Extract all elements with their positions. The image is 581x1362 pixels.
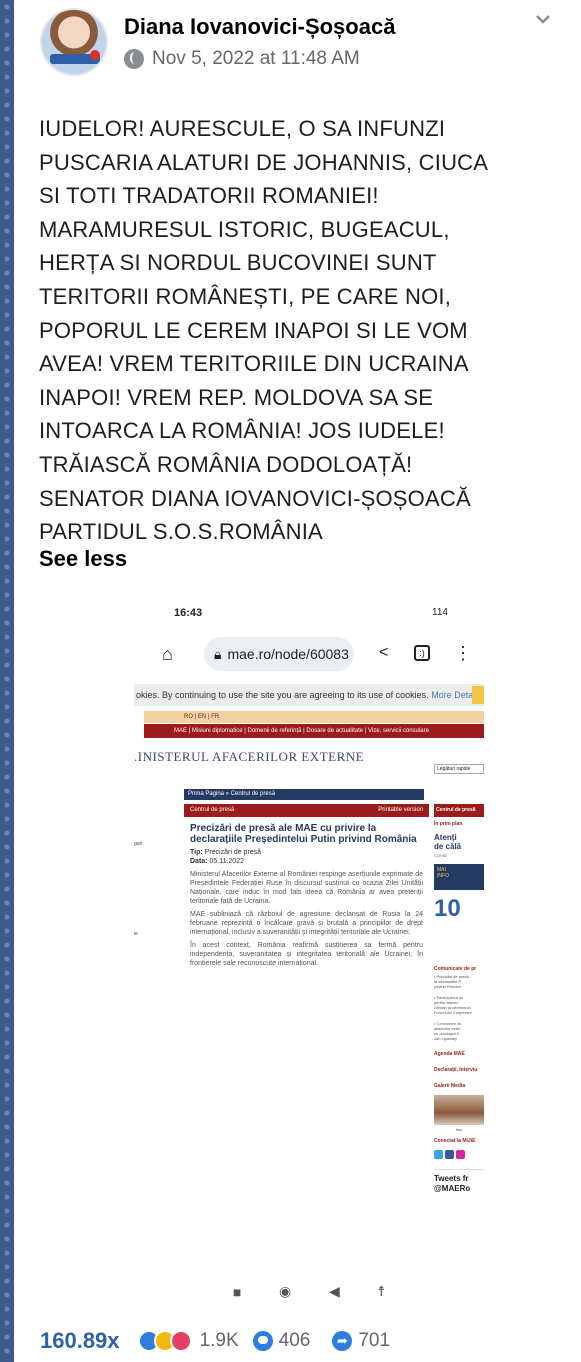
share-arrow-icon: ➦	[332, 1331, 353, 1351]
url-text: mae.ro/node/60083	[227, 646, 349, 662]
body-line: AVEA! VREM TERITORIILE DIN UCRAINA	[39, 351, 469, 377]
post-meta: Nov 5, 2022 at 11:48 AM	[124, 48, 360, 70]
author-name[interactable]: Diana Iovanovici-Șoșoacă	[124, 14, 395, 40]
share-icon: <	[379, 644, 389, 661]
article-title: Precizări de presă ale MAE cu privire la…	[190, 823, 417, 845]
body-line: SENATOR DIANA IOVANOVICI-ȘOȘOACĂ	[39, 485, 471, 511]
phone-nav-bar: ■ ◉ ◀ ☨	[134, 1273, 484, 1310]
post-card: Diana Iovanovici-Șoșoacă Nov 5, 2022 at …	[14, 0, 581, 1362]
body-line: POPORUL LE CEREM INAPOI SI LE VOM	[39, 317, 468, 343]
chevron-down-icon[interactable]	[534, 10, 552, 28]
body-line: TERITORII ROMÂNEȘTI, PE CARE NOI,	[39, 283, 452, 309]
body-line: INTOARCA LA ROMÂNIA! JOS IUDELE!	[39, 418, 445, 444]
tabs-icon: :)	[414, 645, 430, 661]
instagram-icon	[456, 1150, 465, 1159]
phone-status-time: 16:43	[174, 607, 203, 619]
see-less-link[interactable]: See less	[39, 546, 127, 572]
body-line: TRĂIASCĂ ROMÂNIA DODOLOAȚĂ!	[39, 451, 413, 477]
accessibility-icon: ☨	[377, 1283, 386, 1299]
reactions[interactable]: 1.9K	[137, 1330, 239, 1352]
home-icon: ⌂	[162, 644, 173, 664]
comments-count: 406	[278, 1330, 311, 1351]
social-icons	[434, 1150, 484, 1159]
phone-status-battery: 114	[432, 607, 448, 618]
article-paragraph: MAE subliniază că războiul de agresiune …	[190, 911, 423, 936]
more-icon: ⋮	[454, 643, 472, 663]
body-line: INAPOI! VREM REP. MOLDOVA SA SE	[39, 384, 434, 410]
public-globe-icon	[124, 49, 144, 69]
body-line: HERȚA SI NORDUL BUCOVINEI SUNT	[39, 250, 437, 276]
body-line: PUSCARIA ALATURI DE JOHANNIS, CIUCA	[39, 149, 489, 175]
post-timestamp[interactable]: Nov 5, 2022 at 11:48 AM	[152, 48, 360, 70]
post-stats-bar: 160.89x 1.9K 406 ➦ 701	[40, 1324, 580, 1358]
breadcrumb: Prima Pagina » Centrul de presă	[184, 789, 424, 800]
attached-screenshot[interactable]: 16:43 114 ⌂ 🔒︎ mae.ro/node/60083 < :) ⋮ …	[134, 597, 484, 1310]
shares-stat[interactable]: ➦ 701	[332, 1330, 390, 1352]
cookie-banner: okies. By continuing to use the site you…	[134, 684, 484, 706]
recent-apps-icon: ■	[232, 1283, 242, 1300]
left-border	[0, 0, 14, 1362]
article-paragraph: În acest context, România reafirmă susți…	[190, 942, 423, 967]
post-body: IUDELOR! AURESCULE, O SA INFUNZI PUSCARI…	[39, 112, 569, 549]
section-bar: Centrul de presă Printable version	[184, 804, 429, 817]
body-line: MARAMURESUL ISTORIC, BUGEACUL,	[39, 216, 450, 242]
gallery-photo	[434, 1095, 484, 1125]
back-icon: ◀	[328, 1283, 340, 1299]
side-column: Centrul de presă În prim plan Atenți de c…	[434, 804, 484, 1274]
author-avatar[interactable]	[40, 8, 108, 76]
body-line: PARTIDUL S.O.S.ROMÂNIA	[39, 519, 323, 545]
shares-count: 701	[358, 1330, 391, 1351]
comments-stat[interactable]: 406	[252, 1330, 311, 1352]
facebook-icon	[445, 1150, 454, 1159]
lock-icon: 🔒︎	[214, 645, 222, 662]
left-column: gun ie	[134, 841, 143, 937]
love-reaction-icon	[169, 1330, 192, 1352]
reactions-count: 1.9K	[199, 1330, 239, 1351]
views-count: 160.89x	[40, 1328, 120, 1353]
body-line: SI TOTI TRADATORII ROMANIEI!	[39, 183, 379, 209]
url-bar: 🔒︎ mae.ro/node/60083	[204, 637, 354, 671]
site-topbar: RO | EN | FR	[144, 711, 484, 723]
home-button-icon: ◉	[279, 1283, 292, 1299]
twitter-icon	[434, 1150, 443, 1159]
article-meta: Tip: Precizări de presă Data: 05.11.2022	[190, 849, 262, 865]
article-paragraph: Ministerul Afacerilor Externe al Românie…	[190, 871, 423, 905]
site-nav: MAE | Misiuni diplomatice | Domenii de r…	[144, 724, 484, 738]
quick-links: Legături rapide	[434, 764, 484, 774]
comment-icon	[252, 1331, 273, 1351]
ministry-title: .INISTERUL AFACERILOR EXTERNE	[134, 749, 365, 764]
press-article: Precizări de presă ale MAE cu privire la…	[184, 819, 429, 999]
body-line: IUDELOR! AURESCULE, O SA INFUNZI	[39, 116, 446, 141]
